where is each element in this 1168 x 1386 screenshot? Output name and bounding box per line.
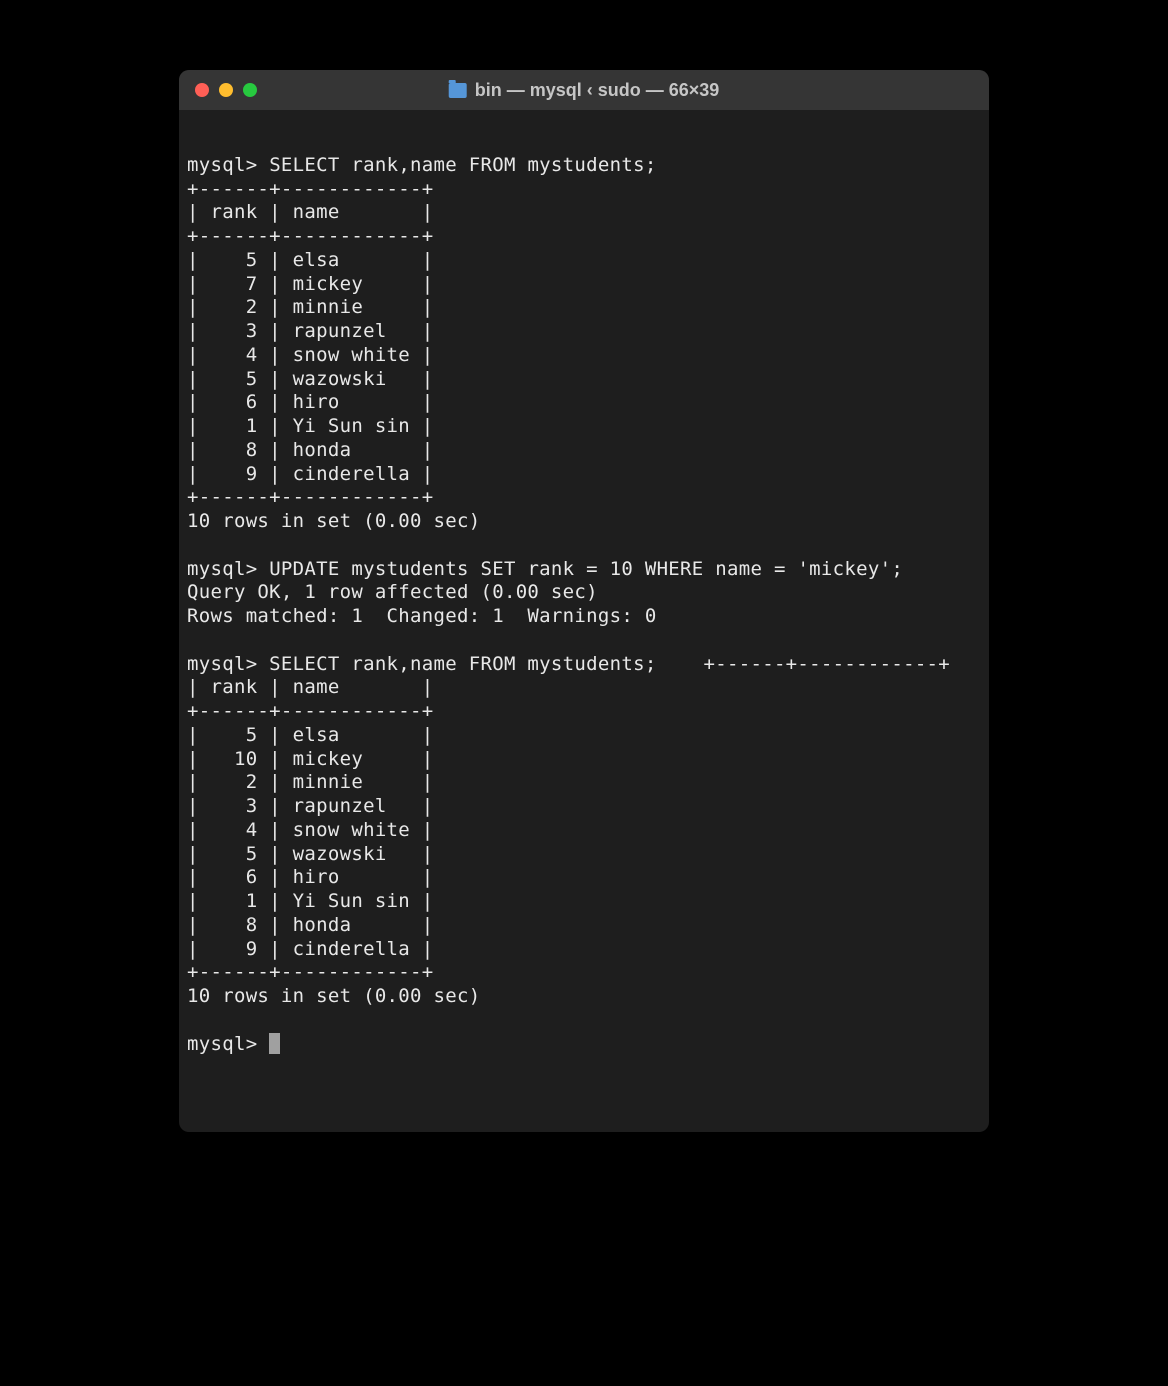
table1-row: | 8 | honda | bbox=[187, 439, 434, 461]
table2-row: | 3 | rapunzel | bbox=[187, 795, 434, 817]
table2-row: | 10 | mickey | bbox=[187, 748, 434, 770]
table2-row: | 2 | minnie | bbox=[187, 771, 434, 793]
terminal-output: mysql> SELECT rank,name FROM mystudents;… bbox=[179, 154, 989, 1057]
result-1: 10 rows in set (0.00 sec) bbox=[187, 510, 480, 532]
table2-row: | 4 | snow white | bbox=[187, 819, 434, 841]
table2-row: | 9 | cinderella | bbox=[187, 938, 434, 960]
cursor bbox=[269, 1033, 280, 1054]
maximize-button[interactable] bbox=[243, 83, 257, 97]
query-2: UPDATE mystudents SET rank = 10 WHERE na… bbox=[269, 558, 903, 580]
table1-row: | 2 | minnie | bbox=[187, 296, 434, 318]
table2-row: | 6 | hiro | bbox=[187, 866, 434, 888]
query-3-line: mysql> SELECT rank,name FROM mystudents;… bbox=[187, 653, 950, 675]
window-title-text: bin — mysql ‹ sudo — 66×39 bbox=[475, 80, 720, 101]
table1-row: | 7 | mickey | bbox=[187, 273, 434, 295]
result-3: 10 rows in set (0.00 sec) bbox=[187, 985, 480, 1007]
close-button[interactable] bbox=[195, 83, 209, 97]
terminal-body[interactable]: mysql> SELECT rank,name FROM mystudents;… bbox=[179, 110, 989, 1132]
prompt: mysql> bbox=[187, 1033, 257, 1055]
table1-row: | 5 | wazowski | bbox=[187, 368, 434, 390]
table2-border: +------+------------+ bbox=[187, 700, 434, 722]
table1-header: | rank | name | bbox=[187, 201, 434, 223]
window-title: bin — mysql ‹ sudo — 66×39 bbox=[449, 80, 720, 101]
table2-header: | rank | name | bbox=[187, 676, 434, 698]
terminal-window: bin — mysql ‹ sudo — 66×39 mysql> SELECT… bbox=[179, 70, 989, 1132]
folder-icon bbox=[449, 83, 467, 98]
prompt: mysql> bbox=[187, 154, 257, 176]
prompt: mysql> bbox=[187, 558, 257, 580]
table1-border: +------+------------+ bbox=[187, 178, 434, 200]
table1-row: | 9 | cinderella | bbox=[187, 463, 434, 485]
table1-row: | 1 | Yi Sun sin | bbox=[187, 415, 434, 437]
traffic-lights bbox=[195, 83, 257, 97]
result-2b: Rows matched: 1 Changed: 1 Warnings: 0 bbox=[187, 605, 657, 627]
minimize-button[interactable] bbox=[219, 83, 233, 97]
query-1: SELECT rank,name FROM mystudents; bbox=[269, 154, 656, 176]
table2-border: +------+------------+ bbox=[187, 961, 434, 983]
table2-row: | 1 | Yi Sun sin | bbox=[187, 890, 434, 912]
table1-row: | 3 | rapunzel | bbox=[187, 320, 434, 342]
table2-row: | 8 | honda | bbox=[187, 914, 434, 936]
result-2a: Query OK, 1 row affected (0.00 sec) bbox=[187, 581, 598, 603]
table1-row: | 6 | hiro | bbox=[187, 391, 434, 413]
table1-border: +------+------------+ bbox=[187, 225, 434, 247]
table1-row: | 4 | snow white | bbox=[187, 344, 434, 366]
table2-row: | 5 | wazowski | bbox=[187, 843, 434, 865]
titlebar[interactable]: bin — mysql ‹ sudo — 66×39 bbox=[179, 70, 989, 110]
table2-row: | 5 | elsa | bbox=[187, 724, 434, 746]
table1-border: +------+------------+ bbox=[187, 486, 434, 508]
table1-row: | 5 | elsa | bbox=[187, 249, 434, 271]
